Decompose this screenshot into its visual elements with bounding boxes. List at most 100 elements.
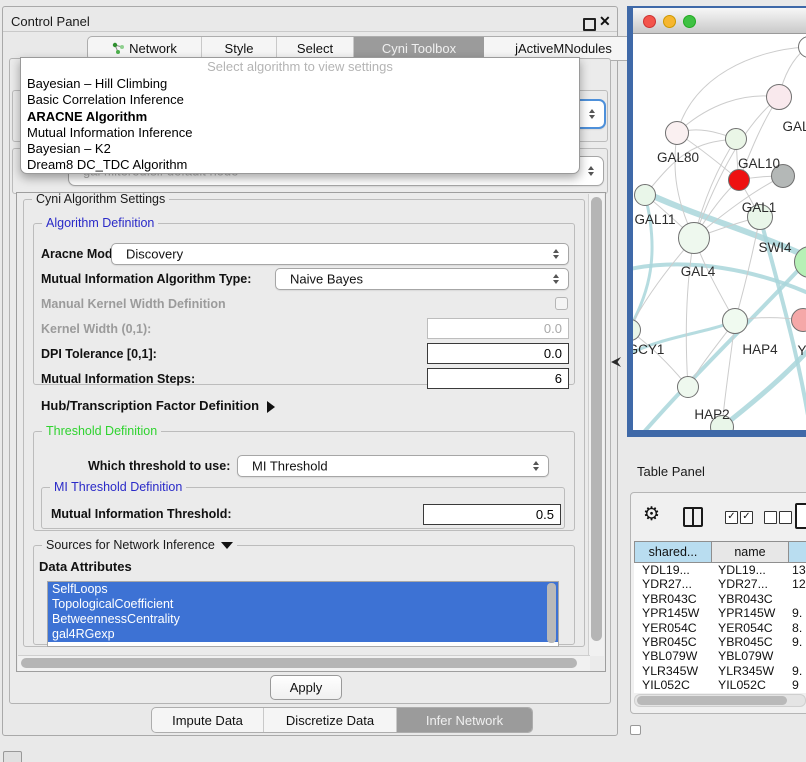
checked-checkbox-icon[interactable]: ✓ bbox=[725, 511, 738, 524]
node-gal-pink[interactable] bbox=[766, 84, 792, 110]
table-body: YDL19...YDL19...13YDR27...YDR27...12YBR0… bbox=[634, 563, 806, 693]
document-icon[interactable] bbox=[795, 503, 806, 529]
table-cell: YER054C bbox=[718, 621, 773, 635]
mi-steps-field[interactable]: 6 bbox=[427, 368, 569, 389]
table-row[interactable]: YBR045CYBR045C9. bbox=[634, 635, 806, 649]
node-hap2[interactable] bbox=[677, 376, 699, 398]
table-row[interactable]: YIL052CYIL052C9 bbox=[634, 678, 806, 692]
node-gal11[interactable] bbox=[634, 184, 656, 206]
node-label: GAL1 bbox=[742, 200, 777, 215]
table-row[interactable]: YBL079WYBL079W bbox=[634, 649, 806, 663]
zoom-traffic-light-icon[interactable] bbox=[683, 15, 696, 28]
table-cell: YBR043C bbox=[642, 592, 697, 606]
gear-icon[interactable]: ⚙ bbox=[643, 503, 660, 526]
attributes-scrollbar[interactable] bbox=[547, 583, 556, 643]
node-hap4[interactable] bbox=[722, 308, 748, 334]
algorithm-option-list: Bayesian – Hill ClimbingBasic Correlatio… bbox=[21, 76, 579, 174]
bottom-left-partial-icon[interactable] bbox=[3, 751, 22, 762]
tab-infer-network[interactable]: Infer Network bbox=[397, 708, 532, 732]
right-edge-fragment bbox=[630, 725, 641, 735]
table-row[interactable]: YDL19...YDL19...13 bbox=[634, 563, 806, 577]
attribute-item-selected[interactable]: TopologicalCoefficient bbox=[48, 597, 558, 612]
mi-type-label: Mutual Information Algorithm Type: bbox=[41, 272, 251, 286]
node-label: GAL80 bbox=[657, 150, 699, 165]
attribute-item-selected[interactable]: SelfLoops bbox=[48, 582, 558, 597]
network-edge bbox=[633, 238, 694, 330]
network-icon bbox=[112, 42, 125, 55]
algorithm-option[interactable]: Bayesian – K2 bbox=[21, 141, 579, 157]
mi-type-combo[interactable]: Naive Bayes bbox=[275, 268, 569, 290]
table-row[interactable]: YDR27...YDR27...12 bbox=[634, 577, 806, 591]
table-cell: 9. bbox=[792, 606, 802, 620]
algorithm-option[interactable]: Basic Correlation Inference bbox=[21, 92, 579, 108]
tab-impute-data[interactable]: Impute Data bbox=[152, 708, 264, 732]
table-cell: YBR045C bbox=[642, 635, 697, 649]
algorithm-option[interactable]: ARACNE Algorithm bbox=[21, 109, 579, 125]
algorithm-option[interactable]: Mutual Information Inference bbox=[21, 125, 579, 141]
mi-threshold-field[interactable]: 0.5 bbox=[423, 504, 561, 525]
table-row[interactable]: YBR043C YBR043C bbox=[634, 592, 806, 606]
node-label: HAP4 bbox=[742, 342, 777, 357]
control-panel-window: Control Panel ✕ Network Style Select Cyn… bbox=[2, 6, 618, 736]
unchecked-checkbox-icon[interactable] bbox=[764, 511, 777, 524]
table-cell: YPR145W bbox=[642, 606, 699, 620]
settings-hscroll-thumb[interactable] bbox=[21, 658, 577, 668]
dropdown-placeholder: Select algorithm to view settings bbox=[21, 58, 579, 76]
dpi-tolerance-field[interactable]: 0.0 bbox=[427, 343, 569, 364]
table-cell: YBL079W bbox=[718, 649, 773, 663]
node-label: GAL11 bbox=[634, 212, 675, 227]
node-gal80[interactable] bbox=[665, 121, 689, 145]
algorithm-option[interactable]: Bayesian – Hill Climbing bbox=[21, 76, 579, 92]
attribute-item-selected[interactable]: gal4RGexp bbox=[48, 627, 558, 642]
close-icon[interactable]: ✕ bbox=[599, 13, 611, 30]
unchecked-checkbox-icon[interactable] bbox=[779, 511, 792, 524]
column-header-partial[interactable]: A bbox=[788, 541, 806, 563]
node-label: HAP2 bbox=[694, 407, 729, 422]
data-attributes-list[interactable]: SelfLoopsTopologicalCoefficientBetweenne… bbox=[47, 581, 559, 647]
column-header-name[interactable]: name bbox=[711, 541, 788, 563]
which-threshold-combo[interactable]: MI Threshold bbox=[237, 455, 549, 477]
network-window-titlebar[interactable] bbox=[633, 8, 806, 34]
network-edge bbox=[645, 139, 736, 195]
mi-threshold-label: Mutual Information Threshold: bbox=[51, 507, 232, 521]
close-traffic-light-icon[interactable] bbox=[643, 15, 656, 28]
table-cell: 8. bbox=[792, 621, 802, 635]
node-gal4[interactable] bbox=[678, 222, 710, 254]
manual-kernel-checkbox[interactable] bbox=[555, 297, 568, 310]
node-label: GAL10 bbox=[738, 156, 780, 171]
titlebar-divider bbox=[3, 31, 617, 32]
table-row[interactable]: YER054CYER054C8. bbox=[634, 621, 806, 635]
table-cell: YBR043C bbox=[718, 592, 773, 606]
down-triangle-icon bbox=[221, 542, 233, 549]
attribute-item-selected[interactable]: BetweennessCentrality bbox=[48, 612, 558, 627]
column-view-icon[interactable] bbox=[683, 507, 703, 527]
kernel-width-label: Kernel Width (0,1): bbox=[41, 322, 151, 336]
checked-checkbox-icon[interactable]: ✓ bbox=[740, 511, 753, 524]
network-canvas[interactable]: GALGAL80GAL10GAL1GAL11SWI4GAL4GCY1HAP4YH… bbox=[633, 34, 806, 430]
table-row[interactable]: YPR145WYPR145W9. bbox=[634, 606, 806, 620]
table-cell: 9. bbox=[792, 635, 802, 649]
combo-arrows-icon bbox=[588, 166, 594, 176]
table-hscroll-thumb[interactable] bbox=[637, 696, 787, 705]
table-cell: 13 bbox=[792, 563, 806, 577]
minimize-traffic-light-icon[interactable] bbox=[663, 15, 676, 28]
mi-steps-label: Mutual Information Steps: bbox=[41, 372, 195, 386]
float-window-icon[interactable] bbox=[583, 18, 596, 31]
aracne-mode-combo[interactable]: Discovery bbox=[111, 243, 569, 265]
table-cell: YLR345W bbox=[718, 664, 774, 678]
panel-title: Control Panel bbox=[11, 14, 90, 29]
column-header-shared[interactable]: shared... bbox=[634, 541, 711, 563]
settings-vscroll-thumb[interactable] bbox=[591, 197, 602, 641]
hub-definition-toggle[interactable]: Hub/Transcription Factor Definition bbox=[41, 398, 275, 413]
apply-button[interactable]: Apply bbox=[270, 675, 342, 700]
algorithm-option[interactable]: Dream8 DC_TDC Algorithm bbox=[21, 157, 579, 173]
manual-kernel-label: Manual Kernel Width Definition bbox=[41, 297, 226, 311]
tab-discretize-data[interactable]: Discretize Data bbox=[264, 708, 397, 732]
settings-scroll-panel: Cyni Algorithm Settings Algorithm Defini… bbox=[16, 192, 606, 672]
table-cell: YLR345W bbox=[642, 664, 698, 678]
table-header: shared... name A bbox=[634, 541, 806, 563]
node-gal10[interactable] bbox=[725, 128, 747, 150]
node-selected-red[interactable] bbox=[728, 169, 750, 191]
table-row[interactable]: YLR345WYLR345W9. bbox=[634, 664, 806, 678]
node-label: GAL bbox=[782, 119, 806, 134]
